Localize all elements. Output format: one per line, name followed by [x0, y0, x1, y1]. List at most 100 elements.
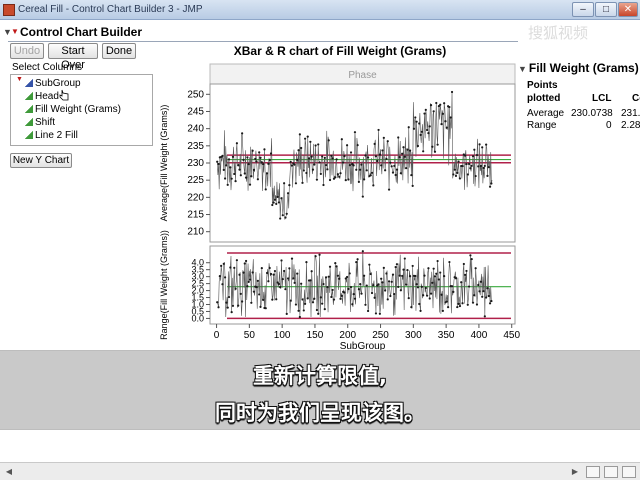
minimize-button[interactable]: –: [572, 2, 594, 17]
xbar-data-point: [478, 143, 481, 146]
close-button[interactable]: ✕: [618, 2, 638, 17]
xbar-data-point: [486, 174, 489, 178]
range-data-point: [462, 262, 465, 266]
xbar-data-point: [290, 164, 294, 167]
range-data-point: [410, 305, 413, 309]
xbar-data-point: [414, 116, 417, 119]
xbar-y-axis-label: Average(Fill Weight (Grams)): [159, 105, 169, 222]
xbar-data-point: [297, 149, 300, 152]
column-item-shift[interactable]: Shift: [25, 116, 55, 129]
column-item-line-2-fill[interactable]: Line 2 Fill: [25, 129, 78, 142]
xbar-data-point: [349, 151, 353, 154]
column-list[interactable]: ▼ SubGroup Head Fill Weight (Grams) Shif…: [10, 74, 153, 146]
start-over-button[interactable]: Start Over: [48, 43, 98, 71]
xbar-data-point: [319, 172, 322, 176]
xbar-data-point: [314, 144, 317, 147]
col-header-plotted: plotted: [527, 93, 561, 104]
xbar-data-point: [370, 171, 374, 174]
xbar-data-point: [428, 125, 431, 128]
range-data-point: [357, 288, 360, 291]
column-item-subgroup[interactable]: SubGroup: [25, 77, 81, 90]
xbar-data-point: [260, 161, 263, 164]
column-sort-menu-icon[interactable]: ▼: [16, 76, 23, 83]
range-data-point: [429, 292, 433, 295]
range-data-point: [336, 274, 340, 277]
xbar-data-point: [339, 172, 342, 175]
red-triangle-menu-icon[interactable]: ▼: [11, 27, 19, 36]
x-tick-label: 250: [372, 330, 389, 341]
xbar-data-point: [382, 136, 385, 139]
layout-icon[interactable]: [622, 466, 636, 478]
range-data-point: [432, 267, 435, 270]
xbar-data-point: [412, 127, 416, 130]
nominal-icon: [25, 79, 33, 87]
xbar-data-point: [458, 177, 462, 180]
new-y-chart-button[interactable]: New Y Chart: [10, 153, 72, 168]
grid-view-icon[interactable]: [586, 466, 600, 478]
column-label: Shift: [35, 117, 56, 128]
range-data-point: [298, 315, 301, 319]
range-data-point: [281, 277, 284, 281]
range-data-point: [365, 284, 368, 287]
column-item-head[interactable]: Head: [25, 90, 59, 103]
xbar-data-point: [475, 153, 479, 157]
range-data-point: [319, 296, 322, 299]
xbar-data-point: [440, 123, 443, 126]
xbar-r-chart[interactable]: Phase 210 215 220 225 230 235 240 245 250 Average(…: [155, 58, 520, 354]
xbar-data-point: [450, 90, 454, 94]
xbar-data-point: [386, 140, 389, 143]
xbar-data-point: [313, 163, 316, 166]
range-data-point: [426, 294, 429, 297]
xbar-data-point: [389, 161, 392, 164]
column-item-fill-weight[interactable]: Fill Weight (Grams): [25, 103, 121, 116]
xbar-data-point: [273, 198, 277, 201]
range-data-point: [239, 292, 242, 296]
limit-summaries-header[interactable]: ▼Fill Weight (Grams) Limit Summaries: [518, 61, 640, 77]
xbar-data-point: [284, 216, 287, 219]
range-data-point: [380, 277, 383, 280]
xbar-data-point: [256, 178, 259, 181]
xbar-data-point: [365, 169, 368, 172]
xbar-data-point: [247, 163, 250, 166]
xbar-data-point: [467, 162, 471, 166]
range-data-point: [267, 280, 270, 283]
range-data-point: [256, 279, 259, 282]
xbar-data-point: [217, 162, 220, 166]
range-data-point: [399, 289, 402, 292]
range-data-point: [382, 266, 385, 269]
maximize-button[interactable]: □: [595, 2, 617, 17]
xbar-data-point: [255, 160, 258, 163]
scroll-right-icon[interactable]: ▶: [568, 465, 582, 478]
xbar-data-point: [466, 173, 469, 176]
range-data-point: [288, 267, 291, 270]
range-data-point: [292, 277, 295, 280]
xbar-data-point: [361, 195, 364, 198]
x-tick-label: 0: [214, 330, 220, 341]
range-data-point: [235, 259, 238, 262]
horizontal-scrollbar[interactable]: ◀ ▶: [0, 462, 640, 480]
scroll-left-icon[interactable]: ◀: [2, 465, 16, 478]
xbar-data-point: [281, 214, 284, 217]
column-label: Fill Weight (Grams): [35, 104, 121, 115]
range-data-point: [407, 296, 410, 300]
range-data-point: [305, 261, 308, 264]
builder-header[interactable]: ▼ ▼ Control Chart Builder: [0, 24, 520, 42]
done-button[interactable]: Done: [102, 43, 136, 59]
xbar-data-point: [238, 168, 241, 171]
range-data-point: [248, 278, 252, 281]
range-data-point: [398, 274, 401, 277]
xbar-data-point: [289, 160, 292, 163]
subtitle-line-1: 重新计算限值,: [253, 364, 387, 388]
xbar-data-point: [415, 120, 418, 123]
video-watermark: 搜狐视频: [528, 25, 589, 42]
header-divider: [8, 41, 518, 42]
xbar-data-point: [407, 126, 410, 129]
range-data-point: [433, 275, 437, 278]
range-data-point: [244, 259, 248, 263]
xbar-data-point: [235, 142, 238, 145]
undo-button[interactable]: Undo: [10, 43, 44, 59]
xbar-data-point: [330, 154, 333, 157]
table-view-icon[interactable]: [604, 466, 618, 478]
xbar-data-point: [254, 157, 257, 161]
range-data-point: [297, 309, 300, 312]
